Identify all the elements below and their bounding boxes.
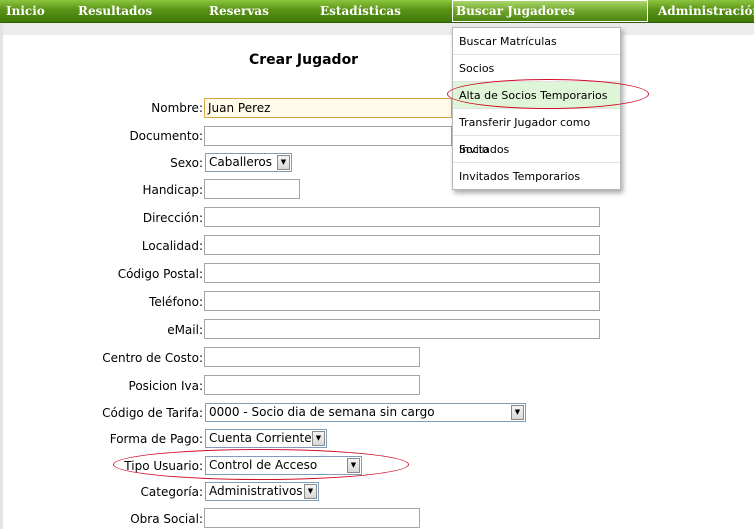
forma-pago-select-value: Cuenta Corriente — [209, 431, 312, 445]
label-obra-social: Obra Social: — [130, 512, 203, 526]
label-direccion: Dirección: — [142, 211, 203, 225]
menu-item-buscar-matriculas[interactable]: Buscar Matrículas — [453, 28, 620, 55]
tipo-usuario-select[interactable]: Control de Acceso ▼ — [205, 456, 362, 475]
nav-resultados[interactable]: Resultados — [78, 0, 152, 22]
header-divider — [0, 23, 754, 35]
buscar-jugadores-dropdown: Buscar Matrículas Socios Alta de Socios … — [452, 27, 621, 190]
label-centro-costo: Centro de Costo: — [102, 351, 203, 365]
label-nombre: Nombre: — [151, 101, 203, 115]
obra-social-input[interactable] — [204, 508, 420, 528]
centro-costo-input[interactable] — [204, 347, 420, 367]
nav-estadisticas[interactable]: Estadísticas — [320, 0, 401, 22]
handicap-input[interactable] — [204, 179, 300, 199]
dropdown-arrow-icon[interactable]: ▼ — [277, 155, 290, 170]
menu-item-alta-socios-temporarios[interactable]: Alta de Socios Temporarios — [453, 82, 620, 109]
label-localidad: Localidad: — [141, 239, 203, 253]
menu-item-invitados-temporarios[interactable]: Invitados Temporarios — [453, 163, 620, 190]
forma-pago-select[interactable]: Cuenta Corriente ▼ — [205, 429, 327, 448]
direccion-input[interactable] — [204, 207, 600, 227]
codigo-postal-input[interactable] — [204, 263, 600, 283]
categoria-select[interactable]: Administrativos ▼ — [205, 482, 319, 501]
top-navigation-bar: Inicio Resultados Reservas Estadísticas … — [0, 0, 754, 23]
label-tipo-usuario: Tipo Usuario: — [124, 459, 203, 473]
menu-item-transferir-jugador[interactable]: Transferir Jugador como Socio — [453, 109, 620, 156]
nav-administracion[interactable]: Administración — [658, 0, 754, 22]
categoria-select-value: Administrativos — [209, 484, 303, 498]
label-sexo: Sexo: — [170, 156, 203, 170]
dropdown-arrow-icon[interactable]: ▼ — [312, 431, 325, 446]
nav-reservas[interactable]: Reservas — [209, 0, 269, 22]
sexo-select[interactable]: Caballeros ▼ — [205, 153, 292, 172]
nav-inicio[interactable]: Inicio — [6, 0, 45, 22]
codigo-tarifa-select[interactable]: 0000 - Socio dia de semana sin cargo ▼ — [205, 403, 526, 422]
label-categoria: Categoría: — [140, 485, 203, 499]
page-title: Crear Jugador — [249, 52, 359, 68]
label-documento: Documento: — [129, 129, 203, 143]
label-handicap: Handicap: — [142, 183, 203, 197]
left-border — [0, 23, 3, 529]
dropdown-arrow-icon[interactable]: ▼ — [304, 484, 317, 499]
documento-input[interactable] — [204, 126, 452, 146]
label-codigo-tarifa: Código de Tarifa: — [102, 406, 203, 420]
label-forma-pago: Forma de Pago: — [109, 432, 203, 446]
codigo-tarifa-select-value: 0000 - Socio dia de semana sin cargo — [209, 405, 435, 419]
label-email: eMail: — [167, 323, 203, 337]
label-codigo-postal: Código Postal: — [117, 267, 203, 281]
email-input[interactable] — [204, 319, 600, 339]
telefono-input[interactable] — [204, 291, 600, 311]
label-posicion-iva: Posicion Iva: — [128, 379, 203, 393]
menu-item-invitados[interactable]: Invitados — [453, 136, 620, 163]
tipo-usuario-select-value: Control de Acceso — [209, 458, 318, 472]
dropdown-arrow-icon[interactable]: ▼ — [511, 405, 524, 420]
sexo-select-value: Caballeros — [209, 155, 273, 169]
localidad-input[interactable] — [204, 235, 600, 255]
dropdown-arrow-icon[interactable]: ▼ — [347, 458, 360, 473]
posicion-iva-input[interactable] — [204, 375, 420, 395]
menu-item-socios[interactable]: Socios — [453, 55, 620, 82]
nombre-input[interactable]: Juan Perez — [204, 98, 452, 118]
label-telefono: Teléfono: — [149, 295, 203, 309]
nav-buscar-jugadores[interactable]: Buscar Jugadores — [452, 0, 648, 22]
